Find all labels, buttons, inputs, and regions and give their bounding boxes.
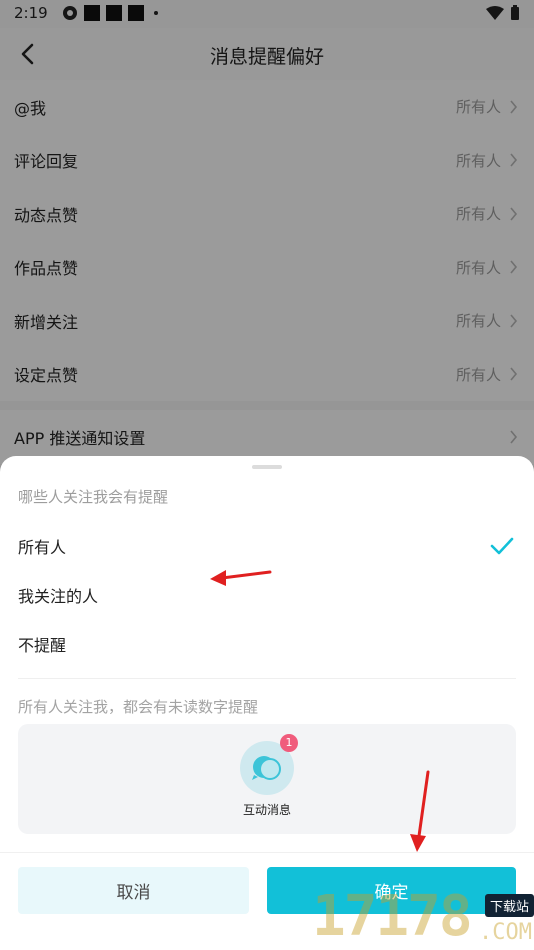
option-no-reminder[interactable]: 不提醒: [0, 620, 534, 668]
divider: [18, 678, 516, 679]
option-description: 所有人关注我，都会有未读数字提醒: [18, 698, 259, 716]
cancel-button[interactable]: 取消: [18, 867, 249, 914]
watermark-suffix: .COM: [479, 920, 532, 945]
watermark-logo-text: 17178: [312, 884, 473, 949]
reminder-preview-card: 1 互动消息: [18, 724, 516, 834]
option-label: 不提醒: [18, 636, 67, 655]
watermark-tag: 下载站: [484, 894, 534, 917]
option-people-i-follow[interactable]: 我关注的人: [0, 571, 534, 619]
checkmark-icon: [490, 537, 514, 555]
sheet-drag-handle[interactable]: [252, 465, 282, 469]
option-everyone[interactable]: 所有人: [0, 522, 534, 570]
option-label: 我关注的人: [18, 587, 99, 606]
follow-reminder-sheet: 哪些人关注我会有提醒 所有人 我关注的人 不提醒 所有人关注我，都会有未读数字提…: [0, 456, 534, 950]
interaction-messages-label: 互动消息: [242, 803, 291, 817]
sheet-title: 哪些人关注我会有提醒: [18, 488, 169, 506]
option-label: 所有人: [18, 538, 67, 557]
footer-divider: [0, 852, 534, 853]
site-watermark: 17178 下载站 .COM: [312, 884, 534, 950]
unread-count-badge: 1: [280, 734, 298, 752]
